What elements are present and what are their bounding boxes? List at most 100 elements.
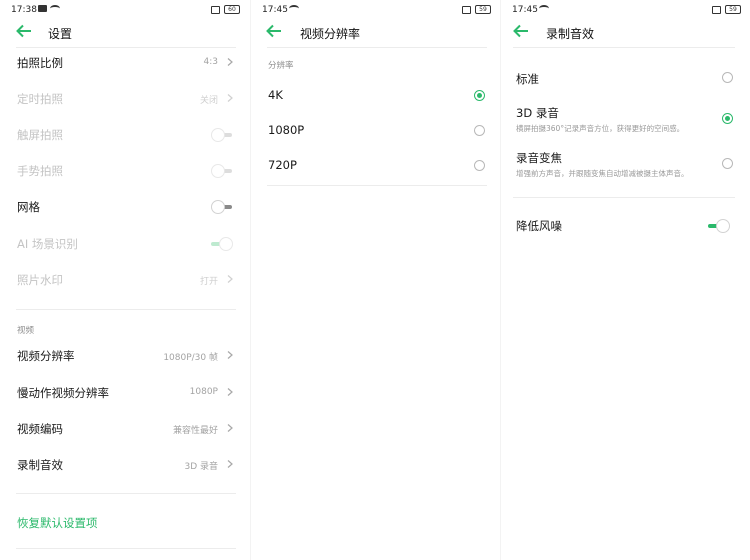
settings-screen: 17:38 60 设置 拍照比例 4:3 定时拍照 关闭 触屏拍照 手势拍照 网… [0, 0, 250, 560]
resolution-option-4k[interactable]: 4K [251, 78, 500, 114]
page-title: 录制音效 [546, 27, 595, 41]
setting-row-photo-ratio[interactable]: 拍照比例 4:3 [0, 45, 250, 81]
status-bar: 17:45 59 [501, 0, 750, 22]
header-divider [267, 47, 487, 48]
setting-row-video-codec[interactable]: 视频编码 兼容性最好 [0, 411, 250, 447]
setting-label: 触屏拍照 [17, 128, 63, 142]
section-divider [16, 493, 236, 494]
option-label: 720P [268, 158, 297, 172]
resolution-section-label: 分辨率 [268, 61, 294, 71]
setting-label: 视频分辨率 [17, 349, 75, 363]
chevron-right-icon [227, 351, 233, 359]
vibrate-icon [462, 5, 471, 14]
title-bar: 设置 [0, 22, 250, 44]
list-divider [267, 185, 487, 186]
setting-row-ai-scene: AI 场景识别 [0, 226, 250, 262]
wifi-icon [50, 5, 60, 12]
setting-value: 3D 录音 [184, 462, 218, 472]
page-title: 视频分辨率 [300, 27, 361, 41]
setting-label: 定时拍照 [17, 92, 63, 106]
setting-row-slowmo-resolution[interactable]: 慢动作视频分辨率 1080P [0, 375, 250, 411]
radio-selected[interactable] [722, 113, 733, 124]
setting-label: 降低风噪 [516, 219, 562, 233]
setting-label: 慢动作视频分辨率 [17, 386, 109, 400]
back-arrow-icon[interactable] [513, 24, 529, 38]
setting-row-grid: 网格 [0, 189, 250, 225]
setting-row-watermark[interactable]: 照片水印 打开 [0, 262, 250, 298]
option-label: 3D 录音 [516, 106, 559, 120]
audio-effect-screen: 17:45 59 录制音效 标准 3D 录音 横屏拍摄360°记录声音方位，获得… [500, 0, 750, 560]
radio-unselected[interactable] [474, 125, 485, 136]
setting-value: 4:3 [203, 57, 218, 67]
status-bar: 17:38 60 [0, 0, 250, 22]
setting-label: 手势拍照 [17, 164, 63, 178]
camera-icon [38, 5, 47, 12]
setting-row-touch-shoot: 触屏拍照 [0, 117, 250, 153]
title-bar: 视频分辨率 [251, 22, 500, 44]
battery-icon: 59 [475, 5, 491, 14]
status-right-icons: 59 [712, 5, 741, 14]
restore-defaults-link[interactable]: 恢复默认设置项 [17, 515, 98, 531]
touch-shoot-toggle[interactable] [211, 128, 233, 142]
setting-label: 照片水印 [17, 273, 63, 287]
setting-row-video-resolution[interactable]: 视频分辨率 1080P/30 帧 [0, 338, 250, 374]
setting-label: 视频编码 [17, 422, 63, 436]
back-arrow-icon[interactable] [266, 24, 282, 38]
status-time: 17:45 [512, 5, 538, 15]
back-arrow-icon[interactable] [16, 24, 32, 38]
option-label: 1080P [268, 123, 305, 137]
chevron-right-icon [227, 58, 233, 66]
chevron-right-icon [227, 275, 233, 283]
wifi-icon [289, 5, 299, 12]
radio-unselected[interactable] [722, 158, 733, 169]
gesture-shoot-toggle[interactable] [211, 164, 233, 178]
chevron-right-icon [227, 94, 233, 102]
option-label: 标准 [516, 72, 539, 86]
vibrate-icon [712, 5, 721, 14]
chevron-right-icon [227, 460, 233, 468]
setting-value: 关闭 [199, 96, 218, 106]
setting-row-audio-effect[interactable]: 录制音效 3D 录音 [0, 447, 250, 483]
chevron-right-icon [227, 388, 233, 396]
option-description: 横屏拍摄360°记录声音方位，获得更好的空间感。 [516, 124, 685, 133]
option-description: 增强前方声音，并跟随变焦自动增减被摄主体声音。 [516, 169, 689, 178]
status-icons [38, 5, 60, 12]
status-bar: 17:45 59 [251, 0, 500, 22]
radio-unselected[interactable] [722, 72, 733, 83]
setting-label: AI 场景识别 [17, 237, 78, 251]
setting-row-timer[interactable]: 定时拍照 关闭 [0, 81, 250, 117]
wind-noise-toggle[interactable] [708, 219, 730, 233]
resolution-option-720p[interactable]: 720P [251, 148, 500, 184]
setting-row-reduce-wind-noise: 降低风噪 [501, 208, 750, 244]
setting-label: 录制音效 [17, 458, 63, 472]
radio-unselected[interactable] [474, 160, 485, 171]
status-icons [539, 5, 549, 12]
status-icons [289, 5, 299, 12]
title-bar: 录制音效 [501, 22, 750, 44]
option-label: 4K [268, 88, 283, 102]
video-section-label: 视频 [17, 326, 35, 336]
setting-value: 1080P [189, 387, 218, 397]
vibrate-icon [211, 5, 220, 14]
section-divider [16, 548, 236, 549]
setting-label: 网格 [17, 200, 40, 214]
resolution-option-1080p[interactable]: 1080P [251, 113, 500, 149]
video-resolution-screen: 17:45 59 视频分辨率 分辨率 4K 1080P 720P [250, 0, 500, 560]
ai-scene-toggle[interactable] [211, 237, 233, 251]
setting-value: 1080P/30 帧 [163, 353, 218, 363]
setting-value: 打开 [199, 277, 218, 287]
grid-toggle[interactable] [211, 200, 233, 214]
radio-selected[interactable] [474, 90, 485, 101]
audio-option-zoom[interactable]: 录音变焦 增强前方声音，并跟随变焦自动增减被摄主体声音。 [501, 143, 750, 185]
screens-container: 17:38 60 设置 拍照比例 4:3 定时拍照 关闭 触屏拍照 手势拍照 网… [0, 0, 750, 560]
audio-option-3d[interactable]: 3D 录音 横屏拍摄360°记录声音方位，获得更好的空间感。 [501, 98, 750, 140]
status-right-icons: 59 [462, 5, 491, 14]
option-label: 录音变焦 [516, 151, 562, 165]
battery-icon: 60 [224, 5, 240, 14]
setting-label: 拍照比例 [17, 56, 63, 70]
page-title: 设置 [48, 27, 73, 41]
setting-value: 兼容性最好 [172, 426, 218, 436]
status-time: 17:45 [262, 5, 288, 15]
wifi-icon [539, 5, 549, 12]
audio-option-standard[interactable]: 标准 [501, 60, 750, 96]
